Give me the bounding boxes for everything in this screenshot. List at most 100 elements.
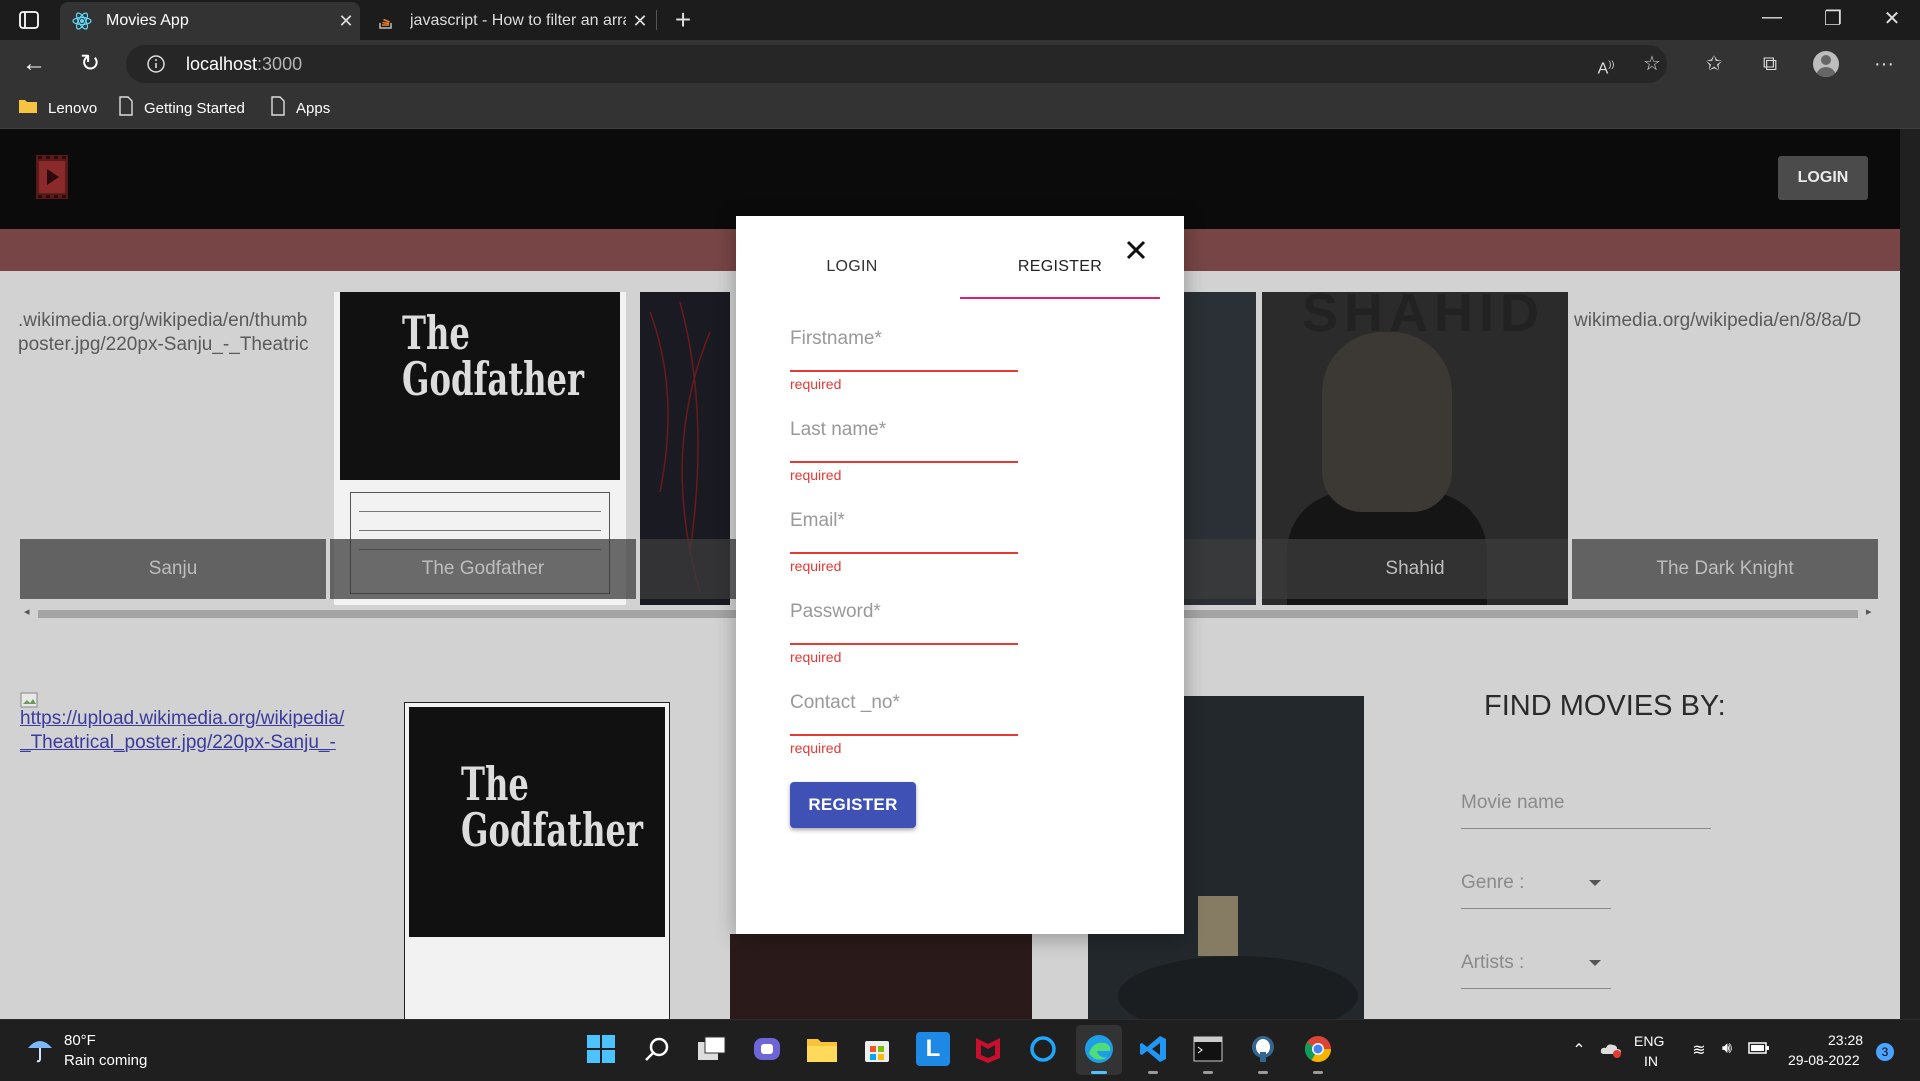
close-tab-icon[interactable]: ✕ xyxy=(626,11,654,32)
page-scrollbar[interactable] xyxy=(1900,129,1920,1019)
site-info-icon[interactable] xyxy=(146,54,166,74)
email-input[interactable] xyxy=(790,500,1018,538)
wifi-icon[interactable]: ≋ xyxy=(1688,1040,1710,1062)
caption-dark-knight[interactable]: The Dark Knight xyxy=(1572,539,1878,599)
poster-artwork: The Godfather xyxy=(340,292,620,480)
caption-sanju[interactable]: Sanju xyxy=(20,539,326,599)
artists-select[interactable]: Artists : xyxy=(1461,952,1611,989)
profile-avatar[interactable] xyxy=(1813,51,1839,77)
tab-login[interactable]: LOGIN xyxy=(752,254,952,302)
password-input[interactable] xyxy=(790,591,1018,629)
grid-poster-horror[interactable] xyxy=(730,934,1032,1019)
firstname-input[interactable] xyxy=(790,318,1018,356)
poster-title-text: SHAHID xyxy=(1302,292,1546,343)
postgresql-icon[interactable] xyxy=(1246,1032,1280,1074)
page-icon xyxy=(118,96,134,120)
close-tab-icon[interactable]: ✕ xyxy=(332,11,360,32)
terminal-icon[interactable] xyxy=(1191,1032,1225,1074)
bookmark-apps[interactable]: Apps xyxy=(270,96,330,120)
caption-godfather[interactable]: The Godfather xyxy=(330,539,636,599)
poster-artwork: The Godfather xyxy=(409,707,665,937)
vscode-icon[interactable] xyxy=(1136,1032,1170,1074)
film-logo-icon[interactable] xyxy=(36,155,68,199)
file-explorer-icon[interactable] xyxy=(805,1032,839,1066)
volume-icon[interactable]: 🔊︎ xyxy=(1716,1040,1738,1062)
register-button[interactable]: REGISTER xyxy=(790,782,916,828)
running-indicator xyxy=(1258,1071,1268,1074)
minimize-icon[interactable]: — xyxy=(1752,6,1792,29)
notification-badge[interactable]: 3 xyxy=(1876,1043,1894,1061)
tab-actions-icon[interactable] xyxy=(18,9,40,31)
running-indicator xyxy=(1203,1071,1213,1074)
movie-name-input[interactable]: Movie name xyxy=(1461,792,1711,829)
bookmark-getting-started[interactable]: Getting Started xyxy=(118,96,245,120)
close-icon[interactable] xyxy=(1120,234,1152,266)
rain-umbrella-icon[interactable] xyxy=(24,1032,56,1064)
task-view-icon[interactable] xyxy=(695,1032,729,1066)
lastname-field[interactable] xyxy=(790,409,1018,463)
bookmark-lenovo[interactable]: Lenovo xyxy=(18,96,97,120)
start-icon[interactable] xyxy=(584,1032,618,1066)
contact-field[interactable] xyxy=(790,682,1018,736)
mcafee-icon[interactable] xyxy=(971,1032,1005,1066)
favorite-add-icon[interactable]: ☆ xyxy=(1638,50,1666,78)
genre-select[interactable]: Genre : xyxy=(1461,872,1611,909)
weather-description[interactable]: Rain coming xyxy=(64,1052,147,1069)
folder-icon xyxy=(18,98,38,118)
tab-title: Movies App xyxy=(106,12,189,29)
cortana-icon[interactable] xyxy=(1026,1032,1060,1066)
poster-title-text: The Godfather xyxy=(402,306,584,406)
contact-input[interactable] xyxy=(790,682,1018,720)
caption-shahid[interactable]: Shahid xyxy=(1262,539,1568,599)
broken-image-link[interactable]: https://upload.wikimedia.org/wikipedia/ … xyxy=(20,707,360,755)
microsoft-store-icon[interactable] xyxy=(860,1032,894,1066)
close-window-icon[interactable]: ✕ xyxy=(1872,6,1912,31)
running-indicator xyxy=(1313,1071,1323,1074)
edge-icon[interactable] xyxy=(1082,1032,1116,1074)
battery-icon[interactable] xyxy=(1748,1040,1770,1062)
grid-poster-godfather[interactable]: The Godfather xyxy=(404,702,670,1019)
search-icon[interactable] xyxy=(640,1032,674,1066)
refresh-icon[interactable]: ↻ xyxy=(76,50,104,78)
favorites-icon[interactable]: ✩ xyxy=(1700,50,1728,78)
field-label: Artists : xyxy=(1461,952,1525,973)
chrome-icon[interactable] xyxy=(1301,1032,1335,1074)
contact-error: required xyxy=(790,740,842,756)
more-menu-icon[interactable]: ··· xyxy=(1870,50,1898,78)
clock-time[interactable]: 23:28 xyxy=(1828,1032,1863,1048)
tab-divider xyxy=(656,10,657,30)
caption-partial[interactable] xyxy=(1184,539,1256,599)
password-field[interactable] xyxy=(790,591,1018,645)
url-box[interactable]: localhost:3000 xyxy=(126,45,1667,83)
broken-poster-url: .wikimedia.org/wikipedia/en/thumb poster… xyxy=(18,309,326,357)
collections-icon[interactable]: ⧉ xyxy=(1756,50,1784,78)
show-hidden-icons-chevron[interactable]: ⌃ xyxy=(1568,1040,1590,1062)
bookmarks-bar: Lenovo Getting Started Apps xyxy=(0,88,1920,129)
back-icon[interactable]: ← xyxy=(20,50,48,78)
firstname-field[interactable] xyxy=(790,318,1018,372)
new-tab-icon[interactable]: + xyxy=(668,4,698,36)
tab-movies-app[interactable]: Movies App ✕ xyxy=(60,2,360,40)
tab-title: javascript - How to filter an array xyxy=(410,12,626,29)
tab-stackoverflow[interactable]: javascript - How to filter an array ✕ xyxy=(364,2,654,40)
onedrive-icon[interactable] xyxy=(1600,1040,1622,1062)
running-indicator xyxy=(1148,1071,1158,1074)
email-field[interactable] xyxy=(790,500,1018,554)
bookmark-label: Lenovo xyxy=(48,99,98,117)
lenovo-app-icon[interactable]: L xyxy=(916,1032,950,1066)
react-icon xyxy=(72,11,92,31)
region-indicator[interactable]: IN xyxy=(1644,1053,1658,1069)
restore-icon[interactable]: ❐ xyxy=(1813,6,1853,31)
teams-chat-icon[interactable] xyxy=(750,1032,784,1066)
caption-partial[interactable] xyxy=(640,539,736,599)
clock-date[interactable]: 29-08-2022 xyxy=(1788,1052,1860,1068)
read-aloud-icon[interactable]: A)) xyxy=(1592,50,1620,78)
scroll-right-icon[interactable]: ▸ xyxy=(1866,605,1872,618)
language-indicator[interactable]: ENG xyxy=(1634,1033,1664,1049)
lastname-input[interactable] xyxy=(790,409,1018,447)
firstname-error: required xyxy=(790,376,842,392)
weather-temperature[interactable]: 80°F xyxy=(64,1032,96,1049)
scroll-left-icon[interactable]: ◂ xyxy=(24,605,30,618)
header-login-button[interactable]: LOGIN xyxy=(1778,156,1868,200)
running-indicator xyxy=(1091,1071,1107,1074)
